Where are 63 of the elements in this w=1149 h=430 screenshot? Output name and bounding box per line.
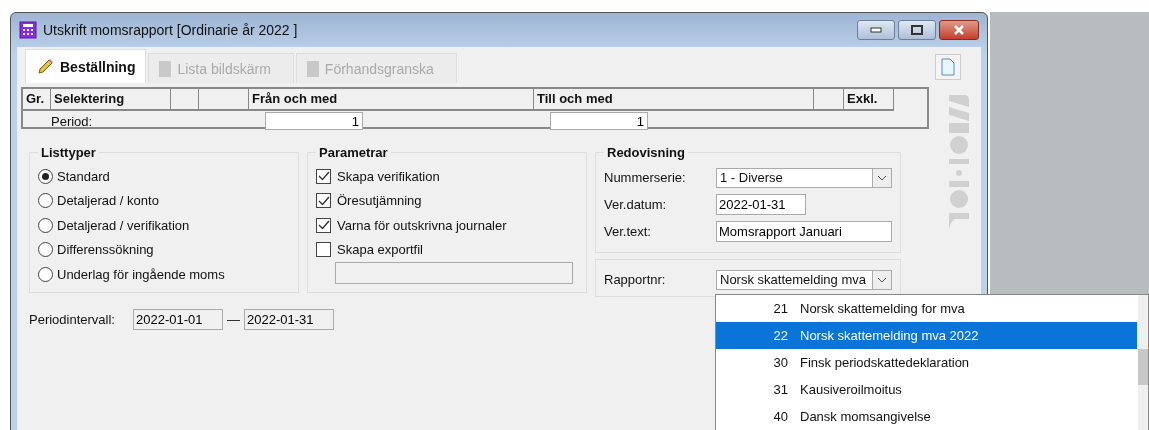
text-field[interactable]: Momsrapport Januari (716, 221, 892, 242)
close-icon (953, 25, 965, 35)
group-title: Redovisning (606, 145, 686, 160)
maximize-icon (911, 25, 923, 35)
field-label: Periodintervall: (29, 312, 115, 327)
date-field[interactable]: 2022-01-31 (716, 194, 806, 215)
document-icon (306, 60, 319, 77)
option-label: Underlag för ingående moms (57, 266, 225, 282)
field-label: Ver.text: (604, 224, 652, 239)
column-header: Selektering (51, 89, 171, 109)
dropdown-item[interactable]: 22 Norsk skattemelding mva 2022 (716, 322, 1137, 349)
option-label: Detaljerad / konto (57, 193, 159, 209)
radio-button[interactable] (38, 242, 53, 258)
radio-button[interactable] (38, 193, 53, 209)
maximize-button[interactable] (898, 20, 936, 40)
date-field[interactable]: 2022-01-31 (244, 309, 334, 330)
checkbox[interactable] (316, 242, 331, 258)
option-label: Varna för outskrivna journaler (337, 217, 507, 233)
radio-button[interactable] (38, 168, 53, 184)
minimize-button[interactable] (857, 20, 895, 40)
option-label: Differenssökning (57, 242, 154, 258)
column-header: Gr. (23, 89, 51, 109)
dropdown-item[interactable]: 31 Kausiveroilmoitus (716, 376, 1137, 403)
chevron-down-icon (877, 174, 887, 181)
minimize-icon (870, 27, 882, 33)
radio-button[interactable] (38, 266, 53, 282)
checkbox[interactable] (316, 193, 331, 209)
group-title: Listtyper (40, 145, 97, 160)
column-header: Exkl. (844, 89, 894, 109)
dropdown[interactable]: Norsk skattemelding mva (716, 269, 892, 290)
checkbox[interactable] (316, 168, 331, 184)
column-header: Från och med (249, 89, 534, 109)
group-title: Parametrar (318, 145, 389, 160)
checkbox[interactable] (316, 217, 331, 233)
field-label: Nummerserie: (604, 170, 687, 185)
calculator-icon (19, 21, 37, 39)
from-field[interactable]: 1 (265, 112, 363, 130)
scrollbar[interactable] (1138, 295, 1148, 430)
option-label: Skapa exportfil (337, 242, 423, 258)
document-icon (159, 60, 172, 77)
field-label: Rapportnr: (604, 272, 667, 287)
field-label: Ver.datum: (604, 197, 668, 212)
document-icon (941, 58, 955, 76)
column-header: Till och med (534, 89, 814, 109)
pencil-icon (36, 57, 54, 76)
option-label: Skapa verifikation (337, 168, 440, 184)
row-label: Period: (50, 113, 94, 129)
window-title: Utskrift momsrapport [Ordinarie år 2022 ] (43, 22, 298, 38)
to-field[interactable]: 1 (550, 112, 648, 130)
date-field[interactable]: 2022-01-01 (133, 309, 223, 330)
dropdown-item[interactable]: 30 Finsk periodskattedeklaration (716, 349, 1137, 376)
dropdown[interactable]: 1 - Diverse (716, 167, 892, 188)
option-label: Standard (57, 168, 110, 184)
option-label: Öresutjämning (337, 193, 422, 209)
range-separator: — (227, 312, 240, 327)
radio-button[interactable] (38, 217, 53, 233)
tab[interactable]: Beställning (25, 49, 147, 83)
option-label: Detaljerad / verifikation (57, 217, 190, 233)
close-button[interactable] (939, 20, 979, 40)
export-file-field[interactable] (335, 262, 573, 284)
dropdown-item[interactable]: 21 Norsk skattemelding for mva (716, 295, 1137, 322)
dropdown-item[interactable]: 40 Dansk momsangivelse (716, 403, 1137, 430)
chevron-down-icon (877, 276, 887, 283)
